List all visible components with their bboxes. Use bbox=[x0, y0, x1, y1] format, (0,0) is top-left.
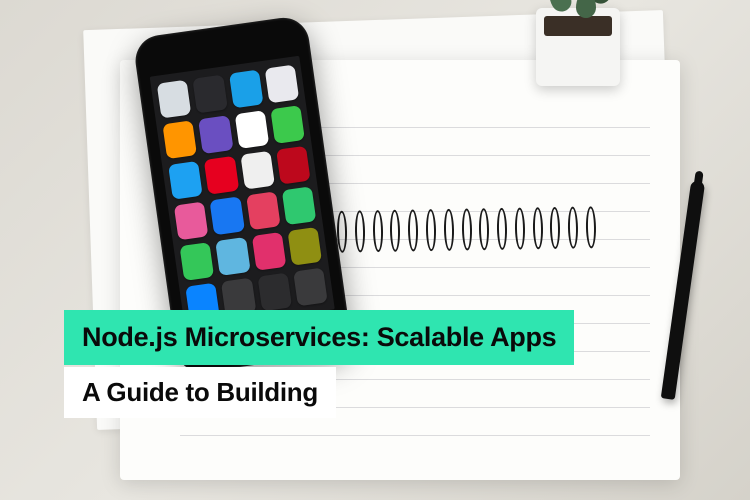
app-icon bbox=[174, 201, 209, 240]
app-icon bbox=[257, 273, 292, 312]
app-icon bbox=[204, 156, 239, 195]
headline-subtitle: A Guide to Building bbox=[64, 367, 336, 418]
plant-leaves bbox=[546, 0, 610, 38]
desk-scene: Node.js Microservices: Scalable Apps A G… bbox=[0, 0, 750, 500]
app-icon bbox=[240, 151, 275, 190]
app-icon bbox=[287, 227, 322, 266]
app-icon bbox=[234, 110, 269, 149]
app-icon bbox=[157, 80, 192, 119]
app-icon bbox=[168, 161, 203, 200]
app-icon bbox=[282, 186, 317, 225]
app-icon bbox=[264, 65, 299, 104]
phone-home-screen bbox=[150, 56, 335, 331]
app-icon bbox=[251, 232, 286, 271]
app-icon bbox=[180, 242, 215, 281]
app-icon bbox=[293, 268, 328, 307]
app-icon bbox=[162, 120, 197, 159]
app-icon bbox=[276, 146, 311, 185]
app-icon bbox=[198, 115, 233, 154]
app-icon bbox=[228, 70, 263, 109]
headline-overlay: Node.js Microservices: Scalable Apps A G… bbox=[64, 310, 574, 418]
headline-title: Node.js Microservices: Scalable Apps bbox=[64, 310, 574, 365]
app-icon bbox=[210, 196, 245, 235]
plant-pot bbox=[536, 8, 620, 86]
app-icon bbox=[193, 75, 228, 114]
app-icon bbox=[215, 237, 250, 276]
app-icon bbox=[246, 191, 281, 230]
app-icon bbox=[270, 105, 305, 144]
